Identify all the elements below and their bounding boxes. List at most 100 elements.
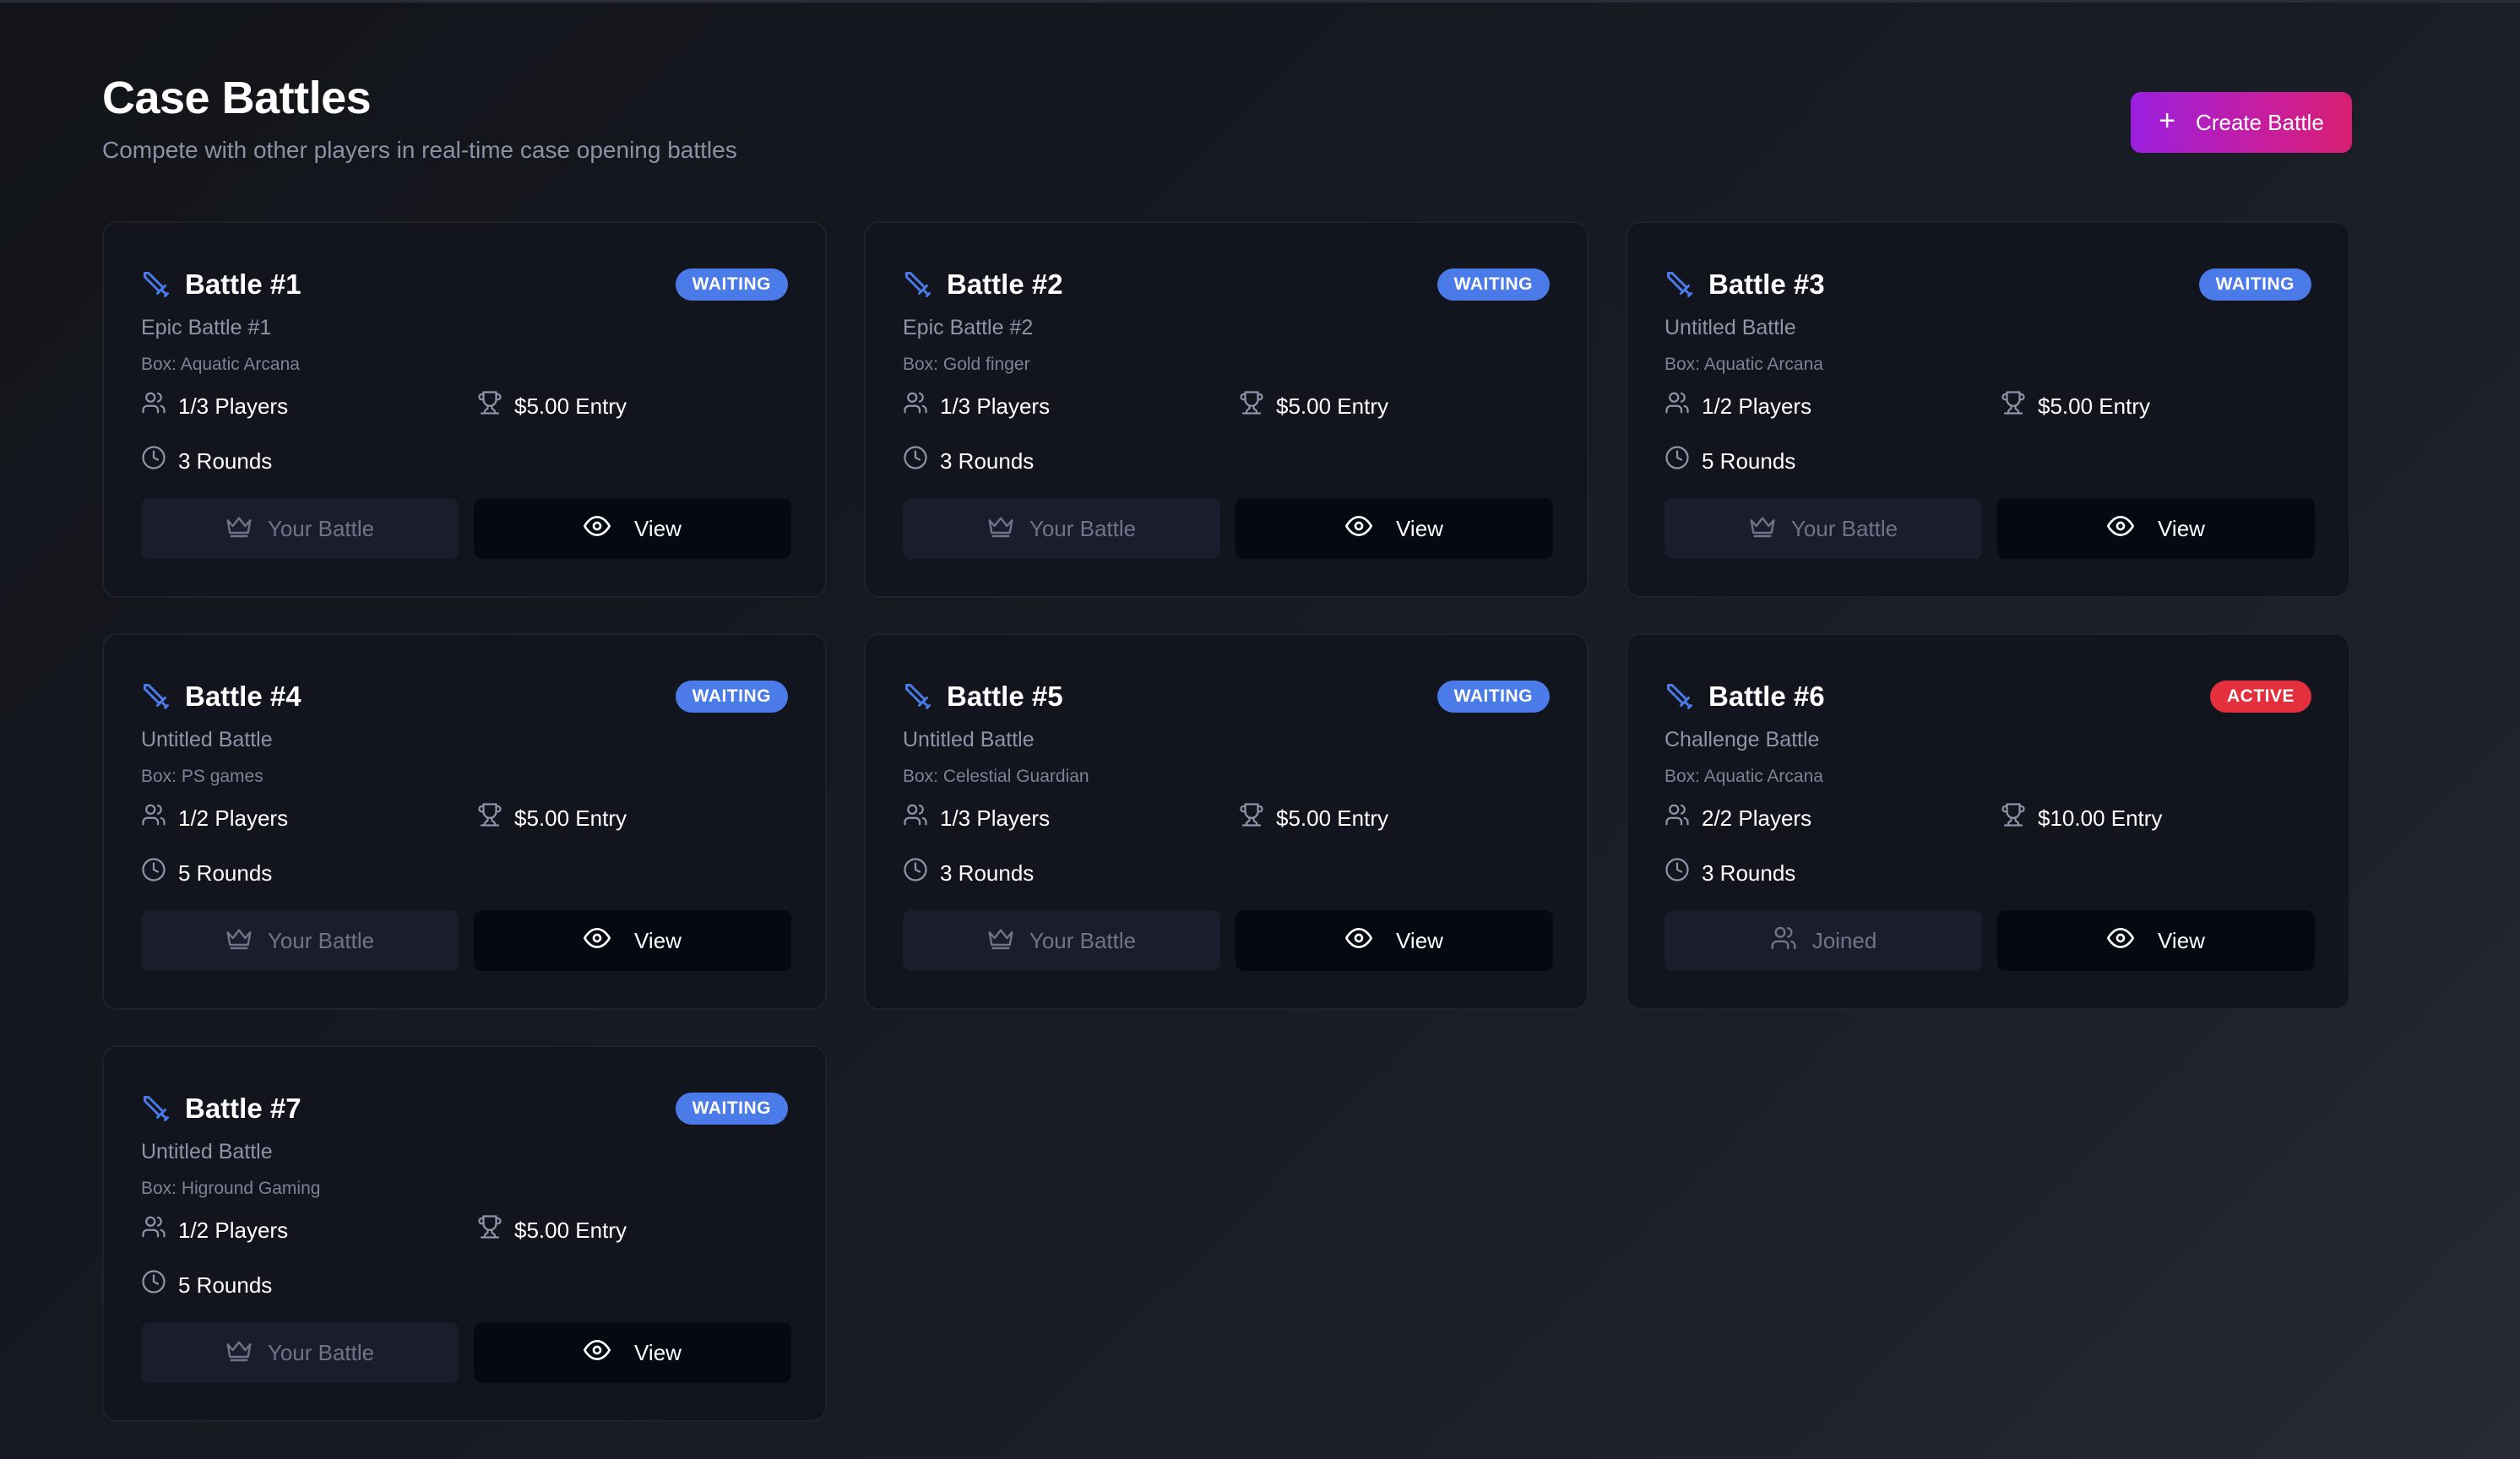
entry-stat: $5.00 Entry: [477, 802, 627, 834]
your-battle-button[interactable]: Your Battle: [141, 498, 459, 559]
view-label: View: [2158, 515, 2205, 541]
create-battle-button[interactable]: + Create Battle: [2131, 92, 2352, 153]
battle-card-header: Battle #3 WAITING: [1665, 265, 2311, 304]
battle-card-header: Battle #6 ACTIVE: [1665, 677, 2311, 716]
users-icon: [141, 1214, 166, 1246]
battle-card-7: Battle #7 WAITING Untitled Battle Box: H…: [102, 1045, 827, 1422]
battle-card-header: Battle #1 WAITING: [141, 265, 788, 304]
entry-fee: $5.00 Entry: [1276, 393, 1388, 419]
clock-icon: [1665, 857, 1690, 889]
battle-subtitle: Epic Battle #1: [141, 316, 272, 339]
clock-icon: [903, 857, 928, 889]
clock-icon: [141, 1269, 166, 1301]
entry-stat: $5.00 Entry: [477, 390, 627, 422]
battle-title-row: Battle #1: [141, 265, 301, 304]
eye-icon: [584, 513, 611, 545]
battle-subtitle: Untitled Battle: [141, 728, 273, 751]
battle-name: Battle #4: [185, 681, 301, 712]
trophy-icon: [477, 1214, 502, 1246]
view-button[interactable]: View: [1236, 498, 1553, 559]
battle-title-row: Battle #7: [141, 1089, 301, 1128]
entry-stat: $5.00 Entry: [2001, 390, 2150, 422]
players-count: 1/2 Players: [178, 1218, 289, 1243]
entry-fee: $5.00 Entry: [514, 805, 627, 831]
view-button[interactable]: View: [1997, 910, 2315, 971]
view-label: View: [634, 515, 682, 541]
battle-name: Battle #1: [185, 268, 301, 300]
battle-grid: Battle #1 WAITING Epic Battle #1 Box: Aq…: [102, 221, 2350, 1422]
your-battle-label: Your Battle: [1029, 927, 1137, 953]
status-badge: ACTIVE: [2209, 681, 2311, 713]
status-badge: WAITING: [2198, 268, 2311, 301]
your-battle-button[interactable]: Your Battle: [141, 910, 459, 971]
view-button[interactable]: View: [474, 498, 791, 559]
battle-box-name: Box: Higround Gaming: [141, 1179, 321, 1198]
rounds-stat: 3 Rounds: [903, 445, 1034, 477]
players-stat: 2/2 Players: [1665, 802, 1811, 834]
battle-box-name: Box: Celestial Guardian: [903, 767, 1089, 786]
rounds-count: 5 Rounds: [178, 860, 273, 886]
your-battle-label: Your Battle: [267, 927, 375, 953]
your-battle-button[interactable]: Your Battle: [903, 910, 1220, 971]
battle-card-header: Battle #2 WAITING: [903, 265, 1550, 304]
view-label: View: [634, 1339, 682, 1365]
battle-box-name: Box: Aquatic Arcana: [141, 355, 300, 374]
clock-icon: [141, 445, 166, 477]
entry-stat: $5.00 Entry: [1239, 802, 1388, 834]
players-stat: 1/2 Players: [1665, 390, 1811, 422]
joined-button[interactable]: Joined: [1665, 910, 1982, 971]
sword-icon: [1665, 269, 1695, 300]
rounds-count: 5 Rounds: [1702, 448, 1796, 474]
trophy-icon: [1239, 802, 1264, 834]
entry-fee: $5.00 Entry: [2038, 393, 2150, 419]
sword-icon: [141, 681, 171, 712]
users-icon: [1665, 802, 1690, 834]
battle-subtitle: Untitled Battle: [141, 1140, 273, 1163]
clock-icon: [903, 445, 928, 477]
your-battle-button[interactable]: Your Battle: [1665, 498, 1982, 559]
sword-icon: [903, 269, 933, 300]
eye-icon: [1345, 513, 1373, 545]
view-label: View: [634, 927, 682, 953]
your-battle-button[interactable]: Your Battle: [141, 1322, 459, 1383]
crown-icon: [225, 925, 253, 957]
battle-box-name: Box: Aquatic Arcana: [1665, 355, 1823, 374]
battle-name: Battle #3: [1708, 268, 1825, 300]
joined-label: Joined: [1811, 927, 1877, 953]
clock-icon: [141, 857, 166, 889]
trophy-icon: [2001, 390, 2026, 422]
users-icon: [141, 802, 166, 834]
entry-fee: $5.00 Entry: [514, 393, 627, 419]
view-button[interactable]: View: [1997, 498, 2315, 559]
players-count: 2/2 Players: [1702, 805, 1812, 831]
page-subtitle: Compete with other players in real-time …: [102, 137, 737, 163]
players-stat: 1/3 Players: [141, 390, 288, 422]
users-icon: [1665, 390, 1690, 422]
battle-name: Battle #7: [185, 1093, 301, 1124]
clock-icon: [1665, 445, 1690, 477]
rounds-stat: 3 Rounds: [903, 857, 1034, 889]
entry-stat: $10.00 Entry: [2001, 802, 2162, 834]
rounds-stat: 5 Rounds: [141, 1269, 272, 1301]
view-button[interactable]: View: [474, 1322, 791, 1383]
battle-card-header: Battle #5 WAITING: [903, 677, 1550, 716]
crown-icon: [987, 513, 1014, 545]
sword-icon: [1665, 681, 1695, 712]
players-count: 1/3 Players: [178, 393, 289, 419]
view-button[interactable]: View: [474, 910, 791, 971]
rounds-count: 3 Rounds: [940, 448, 1035, 474]
rounds-stat: 5 Rounds: [141, 857, 272, 889]
page-header: Case Battles Compete with other players …: [102, 68, 737, 165]
rounds-count: 3 Rounds: [1702, 860, 1796, 886]
your-battle-button[interactable]: Your Battle: [903, 498, 1220, 559]
battle-box-name: Box: Gold finger: [903, 355, 1030, 374]
entry-fee: $10.00 Entry: [2038, 805, 2163, 831]
players-count: 1/2 Players: [178, 805, 289, 831]
view-button[interactable]: View: [1236, 910, 1553, 971]
entry-stat: $5.00 Entry: [1239, 390, 1388, 422]
battle-subtitle: Epic Battle #2: [903, 316, 1034, 339]
battle-card-5: Battle #5 WAITING Untitled Battle Box: C…: [864, 633, 1589, 1010]
players-count: 1/3 Players: [940, 393, 1051, 419]
view-label: View: [1396, 927, 1443, 953]
battle-title-row: Battle #6: [1665, 677, 1825, 716]
